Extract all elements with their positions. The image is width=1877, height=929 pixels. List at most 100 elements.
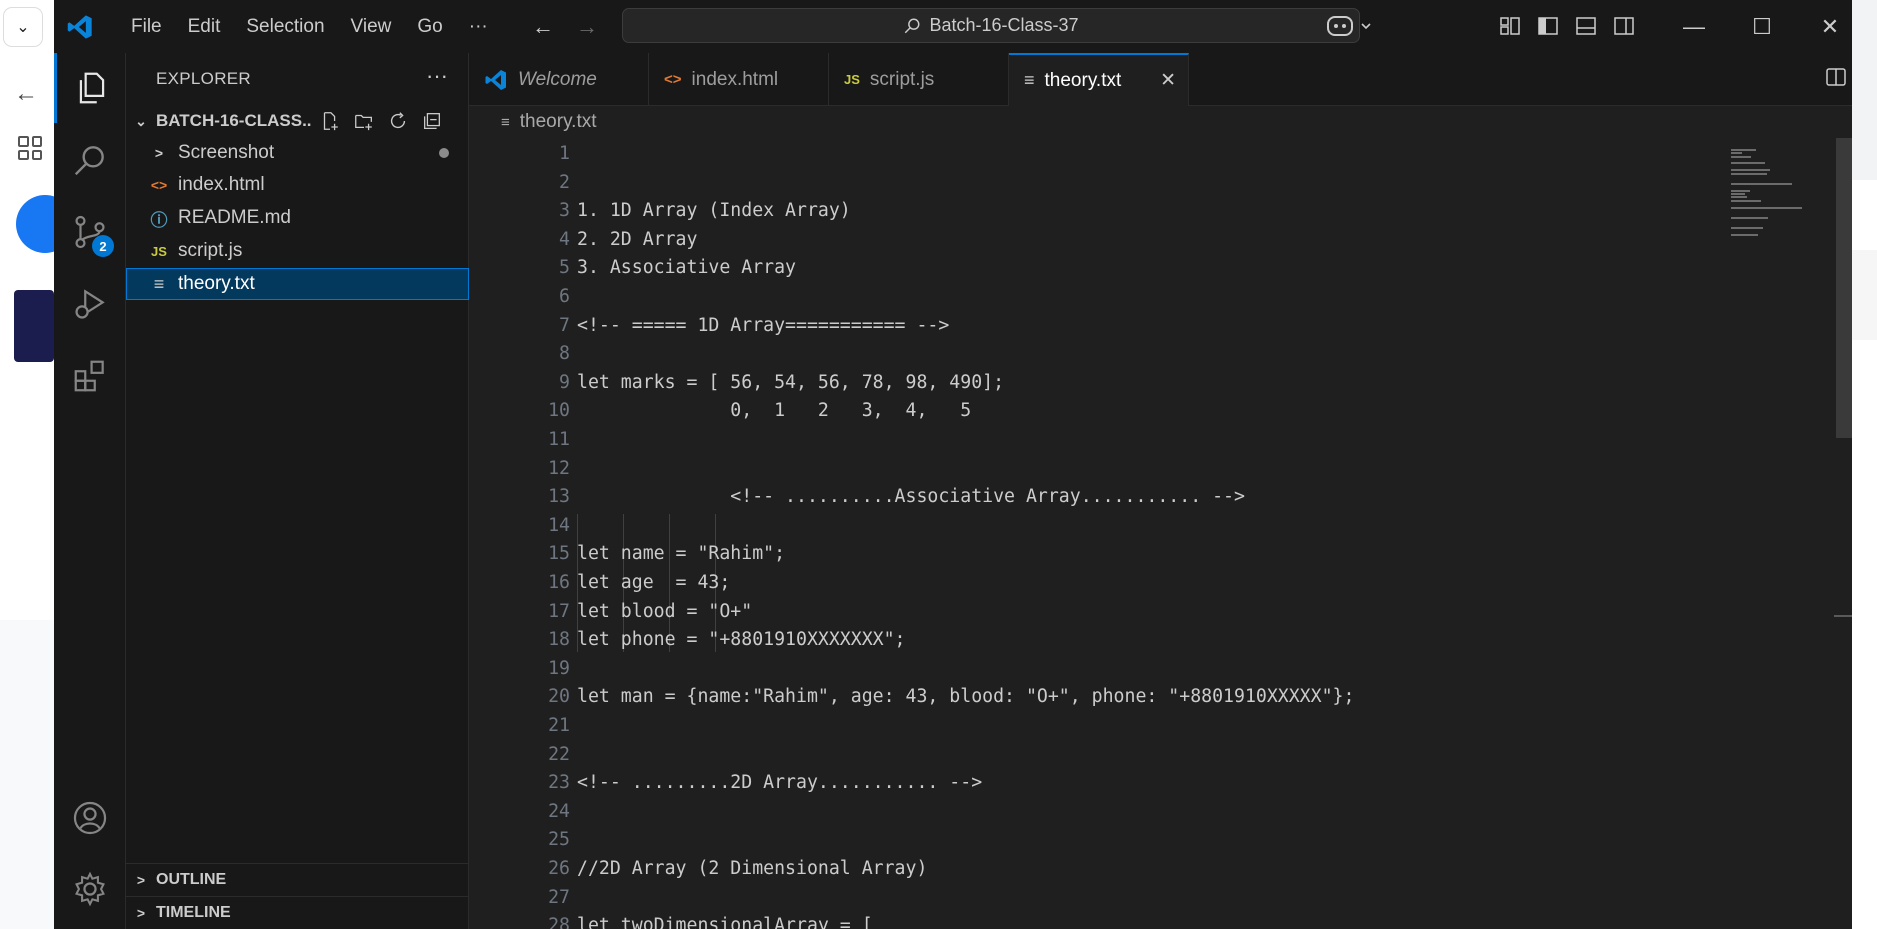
minimize-icon[interactable]: —	[1660, 0, 1728, 53]
line-number: 26	[548, 858, 570, 879]
chevron-right-icon: >	[154, 145, 164, 161]
breadcrumb: ≡ theory.txt	[469, 106, 1852, 138]
layout-controls	[1498, 14, 1636, 38]
explorer-item-index-html[interactable]: <> index.html	[126, 169, 469, 201]
collapse-all-icon[interactable]	[421, 110, 443, 132]
new-folder-icon[interactable]	[353, 110, 375, 132]
back-arrow-icon[interactable]: ←	[532, 14, 554, 40]
minimap-line	[1731, 199, 1761, 202]
title-bar: File Edit Selection View Go ··· ← → Batc…	[54, 0, 1852, 53]
code-line: <!-- .........2D Array........... -->	[577, 772, 983, 794]
explorer-item-label: README.md	[178, 207, 291, 228]
timeline-section[interactable]: > TIMELINE	[126, 896, 469, 929]
vscode-window: File Edit Selection View Go ··· ← → Batc…	[54, 0, 1852, 929]
toggle-primary-sidebar-icon[interactable]	[1536, 14, 1560, 38]
html-file-icon: <>	[150, 177, 168, 193]
menu-view[interactable]: View	[338, 0, 405, 53]
copilot-icon[interactable]	[1326, 11, 1378, 41]
toggle-panel-icon[interactable]	[1574, 14, 1598, 38]
scrollbar-marker	[1834, 615, 1852, 617]
line-number: 27	[548, 886, 570, 908]
new-file-icon[interactable]	[319, 110, 341, 132]
browser-tab-dropdown[interactable]: ⌄	[4, 8, 42, 46]
close-tab-icon[interactable]: ✕	[1160, 69, 1176, 92]
source-control-icon[interactable]: 2	[54, 197, 126, 267]
explorer-item-readme[interactable]: ⓘ README.md	[126, 202, 469, 234]
customize-layout-icon[interactable]	[1498, 14, 1522, 38]
minimap-line	[1731, 189, 1750, 192]
line-number: 8	[559, 343, 570, 365]
code-line: 0, 1 2 3, 4, 5	[577, 400, 972, 422]
code-line: let man = {name:"Rahim", age: 43, blood:…	[577, 686, 1355, 708]
account-icon[interactable]	[54, 783, 126, 853]
text-file-icon: ≡	[1024, 70, 1035, 90]
line-number: 24	[548, 800, 570, 822]
refresh-icon[interactable]	[387, 110, 409, 132]
toggle-secondary-sidebar-icon[interactable]	[1612, 14, 1636, 38]
menu-edit[interactable]: Edit	[175, 0, 234, 53]
chevron-down-icon: ⌄	[16, 19, 30, 36]
line-number: 16	[548, 572, 570, 593]
search-icon	[905, 18, 920, 33]
outline-label: OUTLINE	[156, 871, 227, 888]
command-center-search[interactable]: Batch-16-Class-37	[622, 8, 1360, 43]
search-icon[interactable]	[54, 125, 126, 195]
outline-section[interactable]: > OUTLINE	[126, 863, 469, 896]
split-editor-icon[interactable]	[1824, 65, 1848, 89]
browser-background-right-mid	[1852, 250, 1877, 340]
tab-label: theory.txt	[1044, 69, 1122, 91]
timeline-label: TIMELINE	[156, 904, 231, 921]
workspace-folder[interactable]: ⌄ BATCH-16-CLASS...	[126, 106, 469, 136]
menu-file[interactable]: File	[118, 0, 175, 53]
browser-apps-icon[interactable]	[18, 136, 42, 160]
explorer-item-screenshot-folder[interactable]: > Screenshot	[126, 137, 469, 169]
code-line: let phone = "+8801910XXXXXXX";	[577, 629, 906, 651]
tab-label: Welcome	[518, 68, 597, 90]
line-number: 19	[548, 657, 570, 679]
explorer-item-script-js[interactable]: JS script.js	[126, 235, 469, 267]
line-number: 23	[548, 772, 570, 794]
vertical-scrollbar[interactable]	[1836, 138, 1852, 438]
run-debug-icon[interactable]	[54, 269, 126, 339]
explorer-item-theory-txt[interactable]: ≡ theory.txt	[126, 268, 469, 300]
tab-theory-txt[interactable]: ≡ theory.txt ✕	[1009, 53, 1189, 106]
maximize-icon[interactable]: ☐	[1728, 0, 1796, 53]
code-line: <!-- ===== 1D Array=========== -->	[577, 314, 950, 336]
line-number: 12	[548, 457, 570, 479]
line-number: 15	[548, 543, 570, 565]
menu-more[interactable]: ···	[456, 0, 501, 53]
js-file-icon: JS	[844, 72, 860, 87]
info-icon: ⓘ	[150, 210, 168, 230]
tab-index-html[interactable]: <> index.html	[649, 53, 829, 106]
code-line: let blood = "O+"	[577, 600, 753, 622]
source-control-badge: 2	[92, 235, 114, 257]
code-line: let age = 43;	[577, 572, 731, 593]
chevron-right-icon: >	[136, 905, 146, 921]
line-number: 9	[559, 371, 570, 393]
close-window-icon[interactable]: ✕	[1796, 0, 1852, 53]
explorer-more-icon[interactable]: ···	[426, 63, 448, 89]
explorer-icon[interactable]	[54, 53, 126, 123]
menu-go[interactable]: Go	[404, 0, 455, 53]
code-line: <!-- ..........Associative Array........…	[577, 486, 1245, 508]
minimap-line	[1731, 196, 1747, 199]
line-number: 17	[548, 600, 570, 622]
forward-arrow-icon[interactable]: →	[576, 14, 598, 40]
code-line: //2D Array (2 Dimensional Array)	[577, 858, 928, 879]
code-line: let name = "Rahim";	[577, 543, 786, 565]
tab-welcome[interactable]: Welcome	[469, 53, 649, 106]
minimap-line	[1731, 193, 1745, 195]
settings-gear-icon[interactable]	[54, 854, 126, 924]
line-number: 11	[548, 429, 570, 450]
tab-script-js[interactable]: JS script.js	[829, 53, 1009, 106]
extensions-icon[interactable]	[54, 341, 126, 411]
browser-back-icon[interactable]: ←	[14, 80, 38, 108]
text-file-icon: ≡	[501, 113, 510, 131]
search-text: Batch-16-Class-37	[929, 15, 1079, 35]
menu-selection[interactable]: Selection	[233, 0, 337, 53]
minimap-line	[1731, 162, 1765, 165]
minimap[interactable]	[1731, 138, 1841, 258]
breadcrumb-file[interactable]: theory.txt	[520, 111, 597, 133]
code-editor[interactable]: 1 2 3 1. 1D Array (Index Array) 4 2. 2D Array…	[469, 138, 1852, 929]
line-number: 5	[559, 257, 570, 279]
